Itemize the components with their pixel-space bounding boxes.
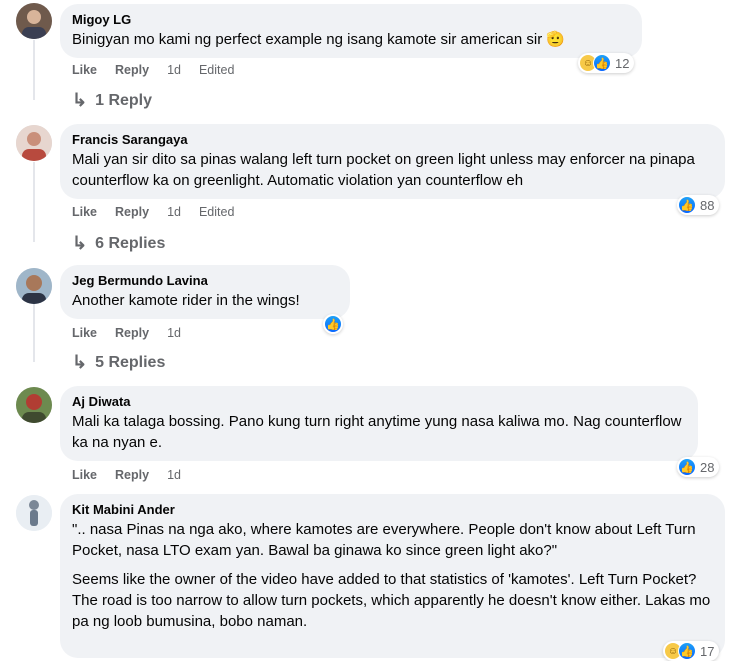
reply-button[interactable]: Reply [115,468,149,482]
avatar[interactable] [16,125,52,161]
comment-text: Mali ka talaga bossing. Pano kung turn r… [72,411,686,453]
like-button[interactable]: Like [72,468,97,482]
reaction-count: 88 [700,197,715,213]
like-icon: 👍 [678,196,696,214]
reaction-summary[interactable]: ☺ 👍 12 [578,53,635,73]
comment-author[interactable]: Migoy LG [72,11,630,28]
reaction-summary[interactable]: 👍 28 [677,457,720,477]
comment-text: ".. nasa Pinas na nga ako, where kamotes… [72,519,713,632]
timestamp[interactable]: 1d [167,326,181,340]
edited-label: Edited [198,63,235,77]
avatar[interactable] [16,387,52,423]
comment-actions: Like Reply 1d Edited [72,205,252,219]
comment-actions: Like Reply 1d [72,468,199,482]
comment-text-paragraph: Seems like the owner of the video have a… [72,571,711,630]
thread-line [33,162,35,242]
timestamp[interactable]: 1d [167,205,181,219]
like-button[interactable]: Like [72,63,97,77]
replies-count: 5 Replies [95,353,166,371]
reaction-count: 17 [700,643,715,659]
comment-bubble: Kit Mabini Ander ".. nasa Pinas na nga a… [60,494,725,658]
view-replies-link[interactable]: ↳ 1 Reply [72,90,152,111]
replies-count: 1 Reply [95,91,153,109]
edited-label: Edited [198,205,235,219]
timestamp[interactable]: 1d [167,468,181,482]
like-icon: 👍 [678,458,696,476]
reply-button[interactable]: Reply [115,63,149,77]
reaction-count: 28 [700,459,715,475]
view-replies-link[interactable]: ↳ 5 Replies [72,352,165,373]
comment-text: Mali yan sir dito sa pinas walang left t… [72,149,713,191]
comment-bubble: Aj Diwata Mali ka talaga bossing. Pano k… [60,386,698,461]
like-icon: 👍 [678,642,696,660]
reaction-summary[interactable]: 👍 88 [677,195,720,215]
comment-bubble: Francis Sarangaya Mali yan sir dito sa p… [60,124,725,199]
comment-text-paragraph: ".. nasa Pinas na nga ako, where kamotes… [72,521,696,559]
comment-author[interactable]: Jeg Bermundo Lavina [72,272,338,289]
avatar[interactable] [16,495,52,531]
avatar[interactable] [16,3,52,39]
reaction-summary[interactable]: ☺ 👍 17 [663,641,720,661]
reply-arrow-icon: ↳ [72,233,88,253]
comment-text-paragraph: Mali ka talaga bossing. Pano kung turn r… [72,413,682,451]
comment-actions: Like Reply 1d Edited [72,63,252,77]
thread-line [33,40,35,100]
comment-text-paragraph: Another kamote rider in the wings! [72,292,300,309]
timestamp[interactable]: 1d [167,63,181,77]
comment-bubble: Jeg Bermundo Lavina Another kamote rider… [60,265,350,319]
like-button[interactable]: Like [72,205,97,219]
avatar[interactable] [16,268,52,304]
reply-button[interactable]: Reply [115,205,149,219]
comment-bubble: Migoy LG Binigyan mo kami ng perfect exa… [60,4,642,58]
like-button[interactable]: Like [72,326,97,340]
thread-line [33,304,35,362]
like-icon: 👍 [324,315,342,333]
comment-author[interactable]: Aj Diwata [72,393,686,410]
like-icon: 👍 [593,54,611,72]
comment-author[interactable]: Francis Sarangaya [72,131,713,148]
replies-count: 6 Replies [95,234,166,252]
reaction-count: 12 [615,55,630,71]
view-replies-link[interactable]: ↳ 6 Replies [72,233,165,254]
comment-actions: Like Reply 1d [72,326,199,340]
comment-text-paragraph: Binigyan mo kami ng perfect example ng i… [72,31,566,48]
comment-text: Another kamote rider in the wings! [72,290,338,311]
reply-arrow-icon: ↳ [72,352,88,372]
comment-text: Binigyan mo kami ng perfect example ng i… [72,29,630,50]
reply-arrow-icon: ↳ [72,90,88,110]
reaction-summary[interactable]: 👍 [323,314,343,334]
comment-author[interactable]: Kit Mabini Ander [72,501,713,518]
comment-text-paragraph: Mali yan sir dito sa pinas walang left t… [72,151,695,189]
reply-button[interactable]: Reply [115,326,149,340]
